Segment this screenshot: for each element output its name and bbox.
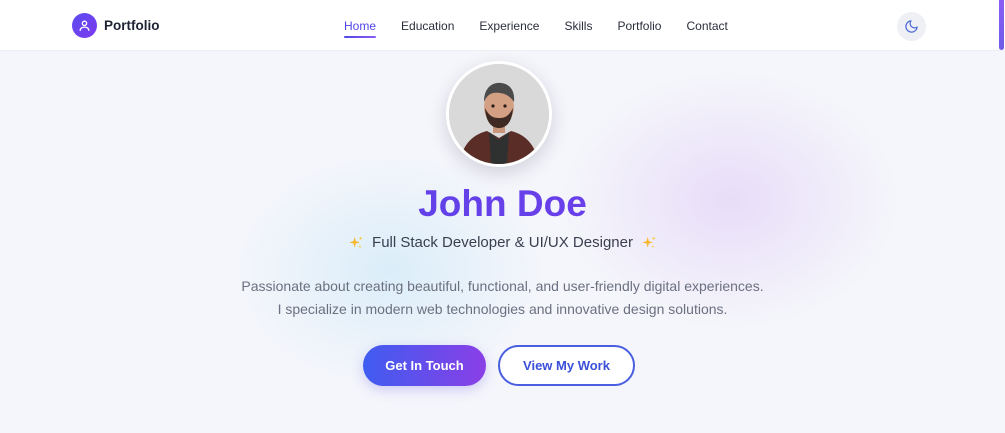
get-in-touch-button[interactable]: Get In Touch bbox=[363, 345, 486, 386]
hero-bio: Passionate about creating beautiful, fun… bbox=[0, 275, 1005, 321]
user-icon bbox=[72, 13, 97, 38]
brand-name: Portfolio bbox=[104, 18, 160, 33]
hero-name: John Doe bbox=[0, 180, 1005, 228]
nav-link-experience[interactable]: Experience bbox=[479, 19, 539, 33]
main-nav: Home Education Experience Skills Portfol… bbox=[344, 19, 753, 38]
profile-photo bbox=[449, 64, 549, 164]
hero-tagline: Full Stack Developer & UI/UX Designer bbox=[0, 234, 1005, 251]
nav-link-portfolio[interactable]: Portfolio bbox=[617, 19, 661, 33]
nav-link-contact[interactable]: Contact bbox=[686, 19, 727, 33]
nav-link-education[interactable]: Education bbox=[401, 19, 454, 33]
tagline-text: Full Stack Developer & UI/UX Designer bbox=[372, 234, 633, 251]
sparkles-icon bbox=[642, 235, 656, 248]
theme-toggle-button[interactable] bbox=[897, 12, 926, 41]
profile-photo-frame bbox=[446, 61, 552, 167]
scroll-progress-bar bbox=[999, 0, 1004, 50]
view-my-work-button[interactable]: View My Work bbox=[498, 345, 635, 386]
sparkles-icon bbox=[349, 235, 363, 248]
bio-line: I specialize in modern web technologies … bbox=[277, 301, 728, 317]
brand-link[interactable]: Portfolio bbox=[72, 13, 160, 38]
navbar: Portfolio Home Education Experience Skil… bbox=[0, 0, 1005, 51]
moon-icon bbox=[905, 20, 918, 33]
nav-link-skills[interactable]: Skills bbox=[564, 19, 592, 33]
nav-link-home[interactable]: Home bbox=[344, 19, 377, 38]
bio-line: Passionate about creating beautiful, fun… bbox=[241, 278, 764, 294]
